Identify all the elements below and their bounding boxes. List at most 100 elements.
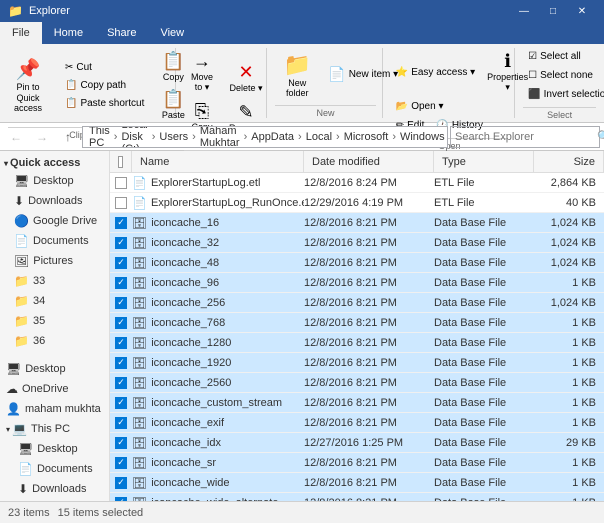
sidebar-item-pc-desktop[interactable]: 🖥 Desktop (0, 439, 109, 459)
quick-access-header[interactable]: ▾ Quick access (0, 155, 109, 171)
row-checkbox[interactable] (115, 177, 127, 189)
row-checkbox[interactable] (115, 197, 127, 209)
file-name[interactable]: iconcache_custom_stream (151, 397, 282, 409)
path-appdata[interactable]: AppData (249, 130, 296, 144)
up-button[interactable]: ↑ (56, 125, 80, 149)
new-folder-button[interactable]: 📁 Newfolder (275, 49, 319, 101)
table-row[interactable]: 📄 ExplorerStartupLog.etl 12/8/2016 8:24 … (110, 173, 604, 193)
sidebar-item-34[interactable]: 📁 34 (0, 291, 109, 311)
row-check-cell[interactable]: ✓ (110, 257, 132, 269)
forward-button[interactable]: → (30, 125, 54, 149)
select-all-button[interactable]: ☑ Select all (523, 48, 586, 65)
tab-home[interactable]: Home (42, 22, 95, 44)
row-check-cell[interactable]: ✓ (110, 437, 132, 449)
row-check-cell[interactable]: ✓ (110, 317, 132, 329)
row-checkbox[interactable]: ✓ (115, 217, 127, 229)
row-checkbox[interactable]: ✓ (115, 377, 127, 389)
row-check-cell[interactable]: ✓ (110, 397, 132, 409)
table-row[interactable]: ✓ 🗄 iconcache_256 12/8/2016 8:21 PM Data… (110, 293, 604, 313)
row-check-cell[interactable]: ✓ (110, 297, 132, 309)
col-size-header[interactable]: Size (534, 151, 604, 172)
sidebar-item-desktop2[interactable]: 🖥 Desktop (0, 359, 109, 379)
file-name[interactable]: iconcache_sr (151, 457, 216, 469)
col-date-header[interactable]: Date modified (304, 151, 434, 172)
search-box[interactable]: 🔍 (450, 126, 600, 148)
file-name[interactable]: iconcache_wide_alternate (151, 497, 278, 502)
sidebar-item-pc-documents[interactable]: 📄 Documents (0, 459, 109, 479)
sidebar-item-pc-downloads[interactable]: ⬇ Downloads (0, 479, 109, 499)
tab-file[interactable]: File (0, 22, 42, 44)
row-check-cell[interactable]: ✓ (110, 417, 132, 429)
select-all-checkbox[interactable] (118, 156, 123, 168)
path-localdisk[interactable]: Local Disk (C:) (119, 126, 149, 148)
col-name-header[interactable]: Name (132, 151, 304, 172)
table-row[interactable]: 📄 ExplorerStartupLog_RunOnce.etl 12/29/2… (110, 193, 604, 213)
row-checkbox[interactable]: ✓ (115, 357, 127, 369)
row-checkbox[interactable]: ✓ (115, 497, 127, 502)
row-checkbox[interactable]: ✓ (115, 417, 127, 429)
address-path[interactable]: This PC › Local Disk (C:) › Users › Maha… (82, 126, 448, 148)
close-button[interactable]: ✕ (568, 0, 596, 22)
file-name[interactable]: iconcache_1280 (151, 337, 231, 349)
path-windows[interactable]: Windows (398, 130, 447, 144)
tab-share[interactable]: Share (95, 22, 148, 44)
table-row[interactable]: ✓ 🗄 iconcache_768 12/8/2016 8:21 PM Data… (110, 313, 604, 333)
row-checkbox[interactable]: ✓ (115, 297, 127, 309)
row-check-cell[interactable]: ✓ (110, 497, 132, 502)
row-check-cell[interactable]: ✓ (110, 277, 132, 289)
invert-selection-button[interactable]: ⬛ Invert selection (523, 86, 604, 103)
row-check-cell[interactable] (110, 197, 132, 209)
file-name[interactable]: iconcache_exif (151, 417, 224, 429)
tab-view[interactable]: View (148, 22, 196, 44)
row-checkbox[interactable]: ✓ (115, 277, 127, 289)
sidebar-item-33[interactable]: 📁 33 (0, 271, 109, 291)
path-user[interactable]: Maham Mukhtar (198, 126, 242, 148)
row-checkbox[interactable]: ✓ (115, 397, 127, 409)
table-row[interactable]: ✓ 🗄 iconcache_sr 12/8/2016 8:21 PM Data … (110, 453, 604, 473)
select-none-button[interactable]: ☐ Select none (523, 67, 598, 84)
open-button[interactable]: 📂 Open ▾ (391, 98, 449, 115)
sidebar-item-desktop[interactable]: 🖥 Desktop (0, 171, 109, 191)
file-name[interactable]: ExplorerStartupLog_RunOnce.etl (151, 197, 304, 209)
col-check-header[interactable] (110, 151, 132, 172)
back-button[interactable]: ← (4, 125, 28, 149)
sidebar-item-pictures[interactable]: 🖼 Pictures (0, 251, 109, 271)
delete-button[interactable]: ✕ Delete ▾ (224, 59, 268, 97)
table-row[interactable]: ✓ 🗄 iconcache_custom_stream 12/8/2016 8:… (110, 393, 604, 413)
move-to-button[interactable]: → Move to ▾ (184, 48, 220, 96)
file-name[interactable]: iconcache_768 (151, 317, 225, 329)
sidebar-item-user[interactable]: 👤 maham mukhta (0, 399, 109, 419)
file-name[interactable]: iconcache_2560 (151, 377, 231, 389)
table-row[interactable]: ✓ 🗄 iconcache_wide 12/8/2016 8:21 PM Dat… (110, 473, 604, 493)
row-checkbox[interactable]: ✓ (115, 257, 127, 269)
table-row[interactable]: ✓ 🗄 iconcache_32 12/8/2016 8:21 PM Data … (110, 233, 604, 253)
file-name[interactable]: iconcache_48 (151, 257, 219, 269)
file-name[interactable]: iconcache_wide (151, 477, 229, 489)
sidebar-item-downloads[interactable]: ⬇ Downloads (0, 191, 109, 211)
table-row[interactable]: ✓ 🗄 iconcache_48 12/8/2016 8:21 PM Data … (110, 253, 604, 273)
row-checkbox[interactable]: ✓ (115, 477, 127, 489)
file-name[interactable]: ExplorerStartupLog.etl (151, 177, 260, 189)
easy-access-button[interactable]: ⭐ Easy access ▾ (391, 64, 480, 81)
pin-quick-access-button[interactable]: 📌 Pin to Quickaccess (8, 54, 48, 117)
table-row[interactable]: ✓ 🗄 iconcache_2560 12/8/2016 8:21 PM Dat… (110, 373, 604, 393)
paste-shortcut-button[interactable]: 📋 Paste shortcut (60, 95, 149, 112)
maximize-button[interactable]: □ (539, 0, 567, 22)
sidebar-item-36[interactable]: 📁 36 (0, 331, 109, 351)
path-users[interactable]: Users (157, 130, 190, 144)
col-type-header[interactable]: Type (434, 151, 534, 172)
table-row[interactable]: ✓ 🗄 iconcache_1280 12/8/2016 8:21 PM Dat… (110, 333, 604, 353)
path-local[interactable]: Local (304, 130, 334, 144)
table-row[interactable]: ✓ 🗄 iconcache_idx 12/27/2016 1:25 PM Dat… (110, 433, 604, 453)
table-row[interactable]: ✓ 🗄 iconcache_96 12/8/2016 8:21 PM Data … (110, 273, 604, 293)
table-row[interactable]: ✓ 🗄 iconcache_1920 12/8/2016 8:21 PM Dat… (110, 353, 604, 373)
row-check-cell[interactable]: ✓ (110, 237, 132, 249)
sidebar-item-thispc[interactable]: ▾ 💻 This PC (0, 419, 109, 439)
sidebar-item-pc-music[interactable]: 🎵 Music (0, 499, 109, 501)
file-name[interactable]: iconcache_1920 (151, 357, 231, 369)
row-check-cell[interactable]: ✓ (110, 477, 132, 489)
row-checkbox[interactable]: ✓ (115, 337, 127, 349)
row-check-cell[interactable]: ✓ (110, 337, 132, 349)
row-checkbox[interactable]: ✓ (115, 437, 127, 449)
row-checkbox[interactable]: ✓ (115, 457, 127, 469)
